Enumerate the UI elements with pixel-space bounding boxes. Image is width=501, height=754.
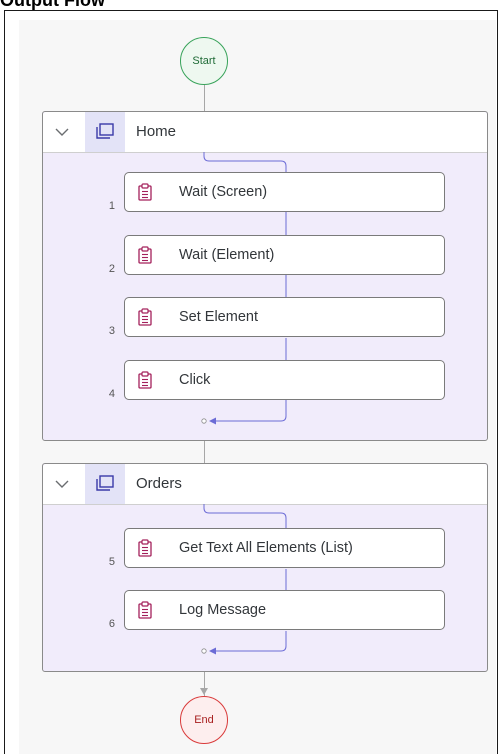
step-number: 3 xyxy=(108,325,115,337)
start-node[interactable]: Start xyxy=(180,37,228,85)
group-orders-title: Orders xyxy=(136,475,182,492)
step-label: Wait (Element) xyxy=(179,247,275,263)
clipboard-activity-icon xyxy=(125,361,165,399)
group-home-header[interactable]: Home xyxy=(43,112,487,153)
clipboard-activity-icon xyxy=(125,173,165,211)
step-label: Set Element xyxy=(179,309,258,325)
connector-home-to-orders xyxy=(204,441,205,463)
clipboard-activity-icon xyxy=(125,236,165,274)
step-number: 4 xyxy=(108,388,115,400)
step-number: 5 xyxy=(108,556,115,568)
group-home-title: Home xyxy=(136,123,177,140)
step-get-text-all-elements[interactable]: Get Text All Elements (List) xyxy=(124,528,445,568)
step-label: Wait (Screen) xyxy=(179,184,268,200)
step-log-message[interactable]: Log Message xyxy=(124,590,445,630)
connector-start-to-home xyxy=(204,85,205,111)
screen-window-icon xyxy=(85,464,125,504)
step-label: Get Text All Elements (List) xyxy=(179,540,353,556)
step-number: 1 xyxy=(108,200,115,212)
step-click[interactable]: Click xyxy=(124,360,445,400)
step-wait-element[interactable]: Wait (Element) xyxy=(124,235,445,275)
clipboard-activity-icon xyxy=(125,529,165,567)
group-orders-header[interactable]: Orders xyxy=(43,464,487,505)
screen-window-icon xyxy=(85,112,125,152)
step-number: 2 xyxy=(108,263,115,275)
step-set-element[interactable]: Set Element xyxy=(124,297,445,337)
chevron-down-icon[interactable] xyxy=(53,123,71,141)
clipboard-activity-icon xyxy=(125,298,165,336)
connector-orders-to-end xyxy=(204,672,205,696)
step-label: Click xyxy=(179,372,211,388)
chevron-down-icon[interactable] xyxy=(53,475,71,493)
step-label: Log Message xyxy=(179,602,267,618)
end-node[interactable]: End xyxy=(180,696,228,744)
clipboard-activity-icon xyxy=(125,591,165,629)
step-number: 6 xyxy=(108,618,115,630)
step-wait-screen[interactable]: Wait (Screen) xyxy=(124,172,445,212)
